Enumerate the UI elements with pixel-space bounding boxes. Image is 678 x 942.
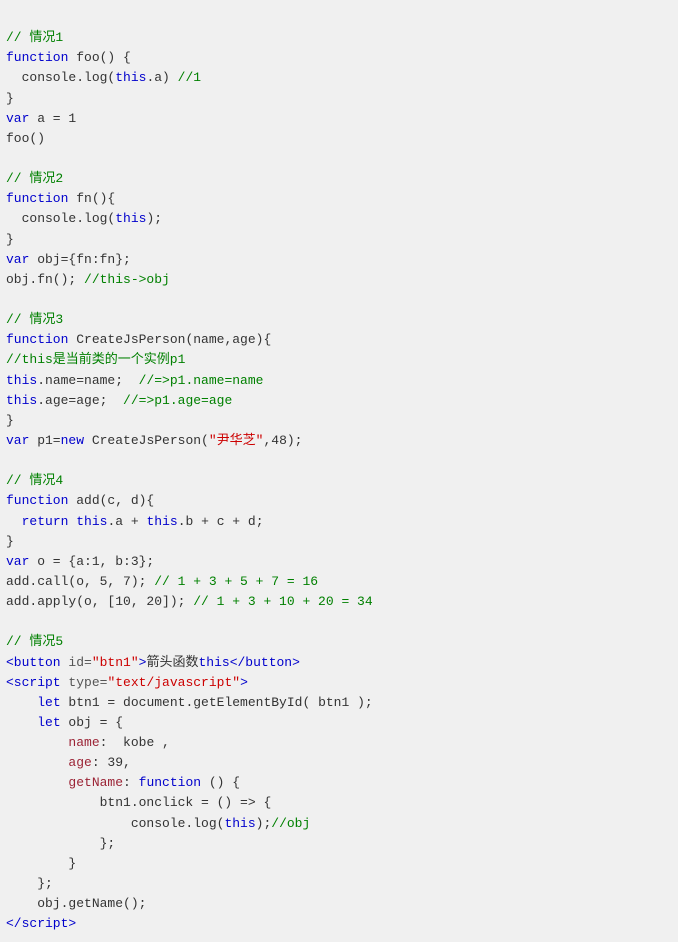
comment-1: // 情况1: [6, 30, 63, 45]
code-editor: // 情况1 function foo() { console.log(this…: [6, 8, 672, 934]
kw-function-1: function: [6, 50, 68, 65]
